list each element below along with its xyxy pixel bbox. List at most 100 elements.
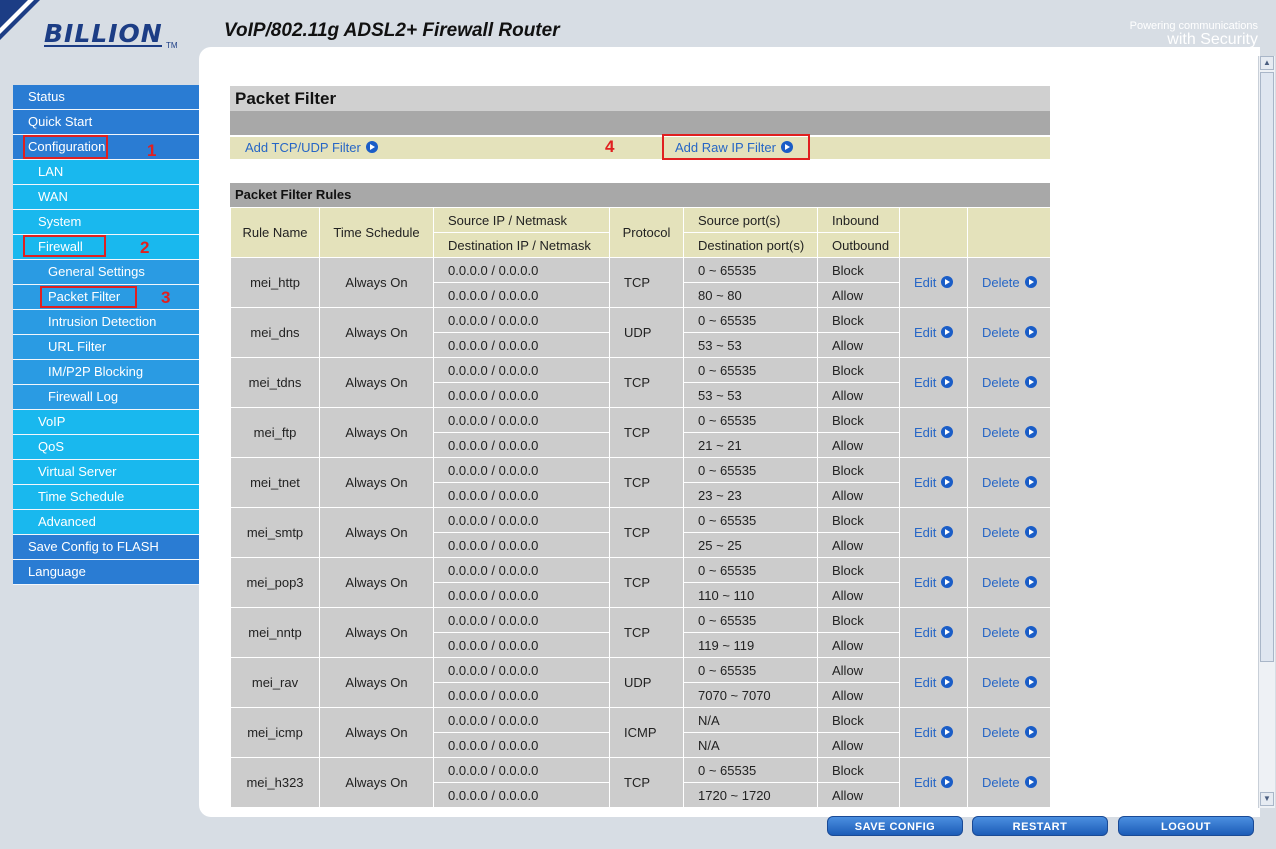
destination-port-cell: 110 ~ 110 bbox=[683, 582, 818, 608]
edit-link[interactable]: Edit bbox=[914, 525, 954, 540]
delete-cell: Delete bbox=[967, 557, 1051, 608]
sidebar-item-voip[interactable]: VoIP bbox=[13, 410, 199, 435]
edit-link[interactable]: Edit bbox=[914, 775, 954, 790]
inbound-cell: Block bbox=[817, 707, 900, 733]
delete-cell: Delete bbox=[967, 307, 1051, 358]
delete-label: Delete bbox=[982, 425, 1020, 440]
sidebar-item-advanced[interactable]: Advanced bbox=[13, 510, 199, 535]
edit-link[interactable]: Edit bbox=[914, 375, 954, 390]
delete-link[interactable]: Delete bbox=[982, 325, 1037, 340]
sidebar-item-general-settings[interactable]: General Settings bbox=[13, 260, 199, 285]
edit-link[interactable]: Edit bbox=[914, 425, 954, 440]
scroll-down-icon[interactable]: ▼ bbox=[1260, 792, 1274, 806]
edit-link[interactable]: Edit bbox=[914, 625, 954, 640]
arrow-right-icon bbox=[1024, 576, 1037, 588]
sidebar-item-time-schedule[interactable]: Time Schedule bbox=[13, 485, 199, 510]
sidebar-item-quick-start[interactable]: Quick Start bbox=[13, 110, 199, 135]
edit-cell: Edit bbox=[899, 507, 968, 558]
sidebar-item-virtual-server[interactable]: Virtual Server bbox=[13, 460, 199, 485]
page-title: Packet Filter bbox=[230, 86, 1050, 111]
delete-link[interactable]: Delete bbox=[982, 775, 1037, 790]
sidebar-item-firewall-log[interactable]: Firewall Log bbox=[13, 385, 199, 410]
inbound-cell: Block bbox=[817, 507, 900, 533]
sidebar-item-qos[interactable]: QoS bbox=[13, 435, 199, 460]
delete-link[interactable]: Delete bbox=[982, 675, 1037, 690]
delete-link[interactable]: Delete bbox=[982, 725, 1037, 740]
sidebar-item-system[interactable]: System bbox=[13, 210, 199, 235]
delete-link[interactable]: Delete bbox=[982, 525, 1037, 540]
delete-link[interactable]: Delete bbox=[982, 625, 1037, 640]
rule-name-cell: mei_nntp bbox=[230, 607, 320, 658]
sidebar-item-wan[interactable]: WAN bbox=[13, 185, 199, 210]
logout-button[interactable]: LOGOUT bbox=[1118, 816, 1254, 836]
destination-ip-cell: 0.0.0.0 / 0.0.0.0 bbox=[433, 332, 610, 358]
rules-section-title: Packet Filter Rules bbox=[230, 183, 1050, 207]
billion-logo: BILLION bbox=[44, 19, 163, 48]
restart-button[interactable]: RESTART bbox=[972, 816, 1108, 836]
arrow-right-icon bbox=[941, 576, 954, 588]
sidebar-item-status[interactable]: Status bbox=[13, 85, 199, 110]
destination-ip-cell: 0.0.0.0 / 0.0.0.0 bbox=[433, 682, 610, 708]
table-row: mei_h323 Always On 0.0.0.0 / 0.0.0.0 TCP 0 ~… bbox=[230, 757, 1051, 808]
delete-cell: Delete bbox=[967, 357, 1051, 408]
table-row: mei_ftp Always On 0.0.0.0 / 0.0.0.0 TCP 0 ~ … bbox=[230, 407, 1051, 458]
delete-link[interactable]: Delete bbox=[982, 375, 1037, 390]
destination-ip-cell: 0.0.0.0 / 0.0.0.0 bbox=[433, 632, 610, 658]
scroll-up-icon[interactable]: ▲ bbox=[1260, 56, 1274, 70]
time-schedule-cell: Always On bbox=[319, 657, 434, 708]
edit-link[interactable]: Edit bbox=[914, 575, 954, 590]
source-ip-cell: 0.0.0.0 / 0.0.0.0 bbox=[433, 407, 610, 433]
save-config-button[interactable]: SAVE CONFIG bbox=[827, 816, 963, 836]
edit-link[interactable]: Edit bbox=[914, 275, 954, 290]
sidebar-item-save-config-to-flash[interactable]: Save Config to FLASH bbox=[13, 535, 199, 560]
add-tcp-udp-filter-label: Add TCP/UDP Filter bbox=[245, 140, 361, 155]
sidebar-item-lan[interactable]: LAN bbox=[13, 160, 199, 185]
table-row: mei_icmp Always On 0.0.0.0 / 0.0.0.0 ICMP N/… bbox=[230, 707, 1051, 758]
inbound-cell: Block bbox=[817, 407, 900, 433]
sidebar-item-language[interactable]: Language bbox=[13, 560, 199, 585]
col-time-schedule: Time Schedule bbox=[319, 207, 434, 258]
arrow-right-icon bbox=[1024, 276, 1037, 288]
vertical-scrollbar[interactable]: ▲ ▼ bbox=[1258, 56, 1275, 808]
edit-cell: Edit bbox=[899, 757, 968, 808]
source-ip-cell: 0.0.0.0 / 0.0.0.0 bbox=[433, 607, 610, 633]
edit-link[interactable]: Edit bbox=[914, 675, 954, 690]
table-row: mei_http Always On 0.0.0.0 / 0.0.0.0 TCP 0 ~… bbox=[230, 257, 1051, 308]
packet-filter-rules-table: Rule Name Time Schedule Source IP / Netm… bbox=[230, 207, 1051, 808]
delete-link[interactable]: Delete bbox=[982, 275, 1037, 290]
delete-link[interactable]: Delete bbox=[982, 575, 1037, 590]
source-ip-cell: 0.0.0.0 / 0.0.0.0 bbox=[433, 257, 610, 283]
table-row: mei_tdns Always On 0.0.0.0 / 0.0.0.0 TCP 0 ~… bbox=[230, 357, 1051, 408]
sidebar-item-url-filter[interactable]: URL Filter bbox=[13, 335, 199, 360]
annotation-box-packet-filter bbox=[40, 286, 137, 308]
table-row: mei_tnet Always On 0.0.0.0 / 0.0.0.0 TCP 0 ~… bbox=[230, 457, 1051, 508]
destination-port-cell: 25 ~ 25 bbox=[683, 532, 818, 558]
sidebar-item-intrusion-detection[interactable]: Intrusion Detection bbox=[13, 310, 199, 335]
outbound-cell: Allow bbox=[817, 732, 900, 758]
table-header-row: Rule Name Time Schedule Source IP / Netm… bbox=[230, 207, 1051, 258]
delete-link[interactable]: Delete bbox=[982, 425, 1037, 440]
rule-name-cell: mei_ftp bbox=[230, 407, 320, 458]
edit-link[interactable]: Edit bbox=[914, 475, 954, 490]
arrow-right-icon bbox=[1024, 376, 1037, 388]
add-tcp-udp-filter-link[interactable]: Add TCP/UDP Filter bbox=[245, 140, 378, 155]
destination-port-cell: 53 ~ 53 bbox=[683, 382, 818, 408]
edit-label: Edit bbox=[914, 775, 937, 790]
header: BILLION TM VoIP/802.11g ADSL2+ Firewall … bbox=[0, 0, 1276, 50]
annotation-number-2: 2 bbox=[140, 238, 150, 257]
rule-name-cell: mei_rav bbox=[230, 657, 320, 708]
protocol-cell: TCP bbox=[609, 507, 684, 558]
edit-link[interactable]: Edit bbox=[914, 325, 954, 340]
source-ip-cell: 0.0.0.0 / 0.0.0.0 bbox=[433, 507, 610, 533]
scroll-thumb[interactable] bbox=[1260, 72, 1274, 662]
destination-ip-cell: 0.0.0.0 / 0.0.0.0 bbox=[433, 582, 610, 608]
source-port-cell: 0 ~ 65535 bbox=[683, 757, 818, 783]
delete-cell: Delete bbox=[967, 507, 1051, 558]
logo-trademark: TM bbox=[166, 41, 178, 50]
delete-cell: Delete bbox=[967, 407, 1051, 458]
edit-link[interactable]: Edit bbox=[914, 725, 954, 740]
source-port-cell: 0 ~ 65535 bbox=[683, 657, 818, 683]
delete-link[interactable]: Delete bbox=[982, 475, 1037, 490]
outbound-cell: Allow bbox=[817, 682, 900, 708]
sidebar-item-im-p2p-blocking[interactable]: IM/P2P Blocking bbox=[13, 360, 199, 385]
